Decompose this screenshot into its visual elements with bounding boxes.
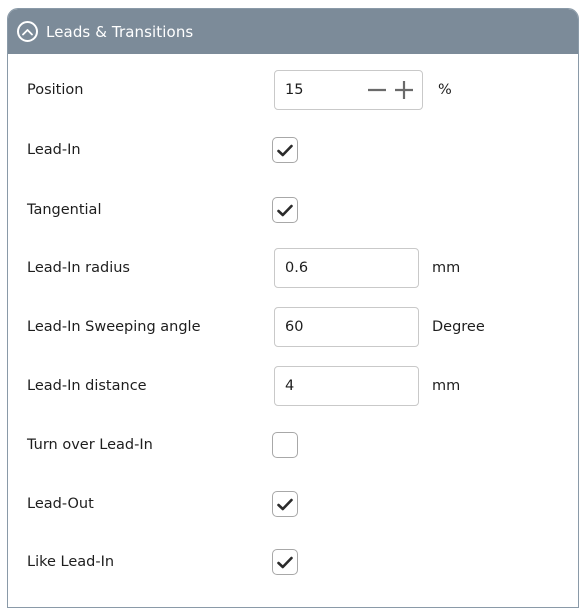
position-unit: %: [438, 82, 452, 98]
row-tangential: Tangential: [0, 190, 581, 230]
tangential-label: Tangential: [27, 202, 102, 218]
lead-in-distance-unit: mm: [432, 378, 461, 394]
lead-in-sweeping-angle-input[interactable]: 60: [274, 307, 419, 347]
lead-in-radius-unit: mm: [432, 260, 461, 276]
row-turn-over-lead-in: Turn over Lead-In: [0, 425, 581, 465]
checkmark-icon: [277, 144, 293, 156]
position-value[interactable]: 15: [285, 82, 365, 98]
like-lead-in-checkbox[interactable]: [272, 549, 298, 575]
chevron-up-circle-icon[interactable]: [17, 21, 38, 42]
turn-over-lead-in-label: Turn over Lead-In: [27, 437, 153, 453]
lead-in-radius-label: Lead-In radius: [27, 260, 130, 276]
panel-header[interactable]: Leads & Transitions: [8, 9, 578, 54]
tangential-checkbox[interactable]: [272, 197, 298, 223]
row-lead-in-distance: Lead-In distance 4 mm: [0, 366, 581, 406]
lead-in-sweeping-angle-unit: Degree: [432, 319, 485, 335]
plus-icon[interactable]: [392, 78, 416, 102]
lead-in-radius-value[interactable]: 0.6: [285, 260, 408, 276]
checkmark-icon: [277, 204, 293, 216]
like-lead-in-label: Like Lead-In: [27, 554, 115, 570]
lead-out-checkbox[interactable]: [272, 491, 298, 517]
lead-in-distance-value[interactable]: 4: [285, 378, 408, 394]
lead-in-label: Lead-In: [27, 142, 81, 158]
checkmark-icon: [277, 498, 293, 510]
lead-in-radius-input[interactable]: 0.6: [274, 248, 419, 288]
panel-title: Leads & Transitions: [46, 22, 194, 41]
checkmark-icon: [277, 556, 293, 568]
row-lead-out: Lead-Out: [0, 484, 581, 524]
turn-over-lead-in-checkbox[interactable]: [272, 432, 298, 458]
position-label: Position: [27, 82, 84, 98]
row-like-lead-in: Like Lead-In: [0, 542, 581, 582]
lead-in-checkbox[interactable]: [272, 137, 298, 163]
row-position: Position 15 %: [0, 70, 581, 110]
lead-in-sweeping-angle-value[interactable]: 60: [285, 319, 408, 335]
row-lead-in-radius: Lead-In radius 0.6 mm: [0, 248, 581, 288]
lead-in-sweeping-angle-label: Lead-In Sweeping angle: [27, 319, 201, 335]
row-lead-in: Lead-In: [0, 130, 581, 170]
row-lead-in-sweeping-angle: Lead-In Sweeping angle 60 Degree: [0, 307, 581, 347]
lead-out-label: Lead-Out: [27, 496, 94, 512]
minus-icon[interactable]: [365, 78, 389, 102]
position-stepper[interactable]: 15: [274, 70, 423, 110]
lead-in-distance-label: Lead-In distance: [27, 378, 147, 394]
lead-in-distance-input[interactable]: 4: [274, 366, 419, 406]
